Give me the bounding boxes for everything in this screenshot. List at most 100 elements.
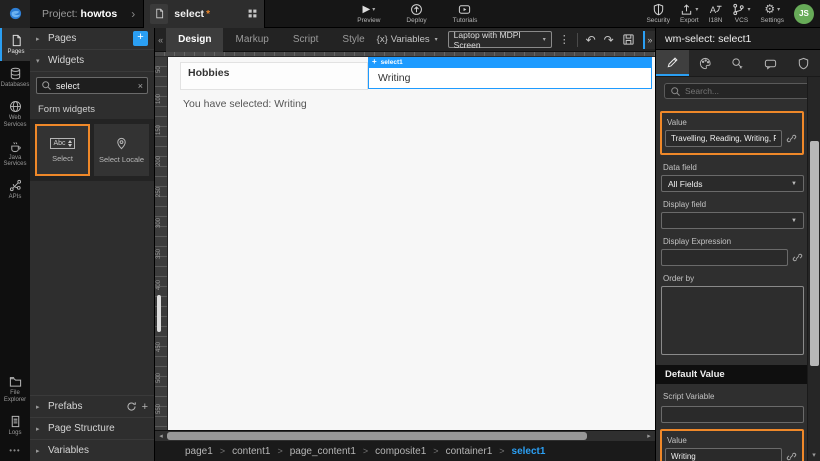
save-icon[interactable] [622, 33, 635, 46]
project-label: Project: howtos [42, 8, 117, 20]
widget-tile-select-locale[interactable]: Select Locale [94, 124, 149, 176]
widget-tile-select[interactable]: Abc Select [35, 124, 90, 176]
add-prefab-button[interactable]: + [142, 401, 148, 413]
tab-styles[interactable] [689, 50, 722, 76]
user-avatar[interactable]: JS [794, 4, 814, 24]
canvas-vertical-scrollbar[interactable] [157, 295, 161, 332]
tab-security[interactable] [787, 50, 820, 76]
script-variable-input[interactable] [661, 406, 804, 423]
refresh-icon[interactable] [126, 401, 137, 412]
pages-icon [10, 34, 23, 47]
pages-section-header[interactable]: ▸ Pages + [30, 28, 154, 50]
triangle-right-icon: ▸ [36, 35, 43, 43]
order-by-label: Order by [663, 274, 804, 283]
tab-design[interactable]: Design [166, 28, 223, 52]
i18n-button[interactable]: A I18N [709, 3, 723, 24]
prefabs-section-header[interactable]: ▸ Prefabs + [30, 395, 154, 417]
bind-icon[interactable] [792, 252, 804, 263]
rail-more-button[interactable]: ••• [0, 442, 30, 461]
properties-search-input[interactable] [685, 86, 806, 96]
vcs-button[interactable]: ▾ VCS [732, 3, 750, 24]
sidebar-item-logs[interactable]: Logs [0, 409, 30, 442]
tab-script[interactable]: Script [281, 28, 331, 52]
variables-dropdown[interactable]: {x} Variables ▾ [377, 34, 438, 45]
wavemaker-logo[interactable] [0, 0, 30, 28]
scroll-right-arrow[interactable]: ▸ [643, 432, 655, 440]
breadcrumb-composite1[interactable]: composite1 [375, 446, 445, 457]
security-button[interactable]: Security [646, 3, 669, 24]
tutorials-button[interactable]: Tutorials [453, 3, 478, 24]
grid-icon[interactable] [247, 8, 258, 19]
deploy-button[interactable]: Deploy [406, 3, 426, 24]
clear-search-icon[interactable]: × [138, 81, 143, 91]
export-icon [680, 3, 693, 16]
device-selector[interactable]: Laptop with MDPI Screen ▾ [448, 31, 552, 48]
chevron-down-icon: ▾ [543, 36, 546, 43]
hobbies-caption[interactable]: Hobbies [180, 62, 368, 90]
triangle-right-icon: ▸ [36, 425, 43, 433]
breadcrumb-page1[interactable]: page1 [185, 446, 232, 457]
breadcrumb-content1[interactable]: content1 [232, 446, 290, 457]
widgets-section-header[interactable]: ▾ Widgets [30, 50, 154, 72]
breadcrumb-select1[interactable]: select1 [512, 446, 546, 457]
display-expression-input[interactable] [661, 249, 788, 266]
tab-style[interactable]: Style [330, 28, 376, 52]
scrollbar-thumb[interactable] [167, 432, 587, 440]
variables-section-header[interactable]: ▸ Variables [30, 439, 154, 461]
display-field-select[interactable]: ▼ [661, 212, 804, 229]
modified-indicator: * [206, 9, 210, 20]
breadcrumb-container1[interactable]: container1 [446, 446, 512, 457]
tab-markup[interactable]: Markup [223, 28, 280, 52]
settings-button[interactable]: ⚙▾ Settings [761, 3, 785, 24]
topbar: Project: howtos › select* ▶▾ Preview [0, 0, 820, 28]
select1-widget-value[interactable]: Writing [368, 67, 652, 89]
center-area: « Design Markup Script Style {x} Variabl… [155, 28, 655, 461]
properties-panel-title: wm-select: select1 [656, 28, 820, 50]
page-tab-select[interactable]: select* [143, 0, 265, 28]
folder-icon [9, 375, 22, 388]
tab-properties[interactable] [656, 50, 689, 76]
design-canvas[interactable]: Hobbies + select1 Writing You have selec… [168, 57, 655, 430]
search-cursor-icon [731, 57, 744, 70]
bind-icon[interactable] [786, 451, 798, 461]
sidebar-item-pages[interactable]: Pages [0, 28, 30, 61]
preview-button[interactable]: ▶▾ Preview [357, 3, 380, 24]
export-button[interactable]: ▾ Export [680, 3, 699, 24]
chevron-down-icon: ▾ [372, 6, 375, 13]
properties-scrollbar-thumb[interactable] [810, 141, 819, 366]
scrollbar-track[interactable] [167, 431, 643, 442]
sidebar-item-apis[interactable]: APIs [0, 173, 30, 206]
tab-messages[interactable] [754, 50, 787, 76]
undo-icon[interactable]: ↶ [586, 33, 596, 47]
chevron-right-icon: › [131, 7, 135, 21]
chevron-down-icon: ▾ [777, 6, 780, 13]
default-value-input[interactable] [665, 448, 782, 461]
more-options-icon[interactable]: ⋮ [559, 33, 570, 46]
select1-widget-tag[interactable]: + select1 [368, 57, 652, 67]
data-field-select[interactable]: All Fields ▼ [661, 175, 804, 192]
widget-search-input[interactable] [56, 81, 134, 91]
widget-tiles: Abc Select Select Locale [30, 119, 154, 181]
redo-icon[interactable]: ↷ [604, 33, 614, 47]
sidebar-item-web-services[interactable]: Web Services [0, 94, 30, 134]
toolbar-divider [577, 33, 578, 47]
collapse-right-panel-icon[interactable]: » [643, 31, 655, 49]
order-by-textarea[interactable] [661, 286, 804, 355]
breadcrumb-page-content1[interactable]: page_content1 [290, 446, 375, 457]
select1-widget[interactable]: + select1 Writing [368, 57, 652, 89]
sidebar-item-java-services[interactable]: Java Services [0, 134, 30, 174]
default-value-section-header[interactable]: Default Value [656, 365, 820, 384]
scroll-left-arrow[interactable]: ◂ [155, 432, 167, 440]
properties-panel: wm-select: select1 [655, 28, 820, 461]
collapse-left-panel-icon[interactable]: « [155, 35, 166, 45]
bind-icon[interactable] [786, 133, 798, 144]
history-controls: ↶ ↷ [586, 33, 635, 47]
sidebar-item-databases[interactable]: Databases [0, 61, 30, 94]
value-input[interactable] [665, 130, 782, 147]
sidebar-item-file-explorer[interactable]: File Explorer [0, 369, 30, 409]
wavemaker-studio: Project: howtos › select* ▶▾ Preview [0, 0, 820, 461]
tab-inspect[interactable] [722, 50, 755, 76]
add-page-button[interactable]: + [133, 31, 148, 46]
page-structure-section-header[interactable]: ▸ Page Structure [30, 417, 154, 439]
scroll-down-arrow[interactable]: ▾ [808, 451, 820, 459]
